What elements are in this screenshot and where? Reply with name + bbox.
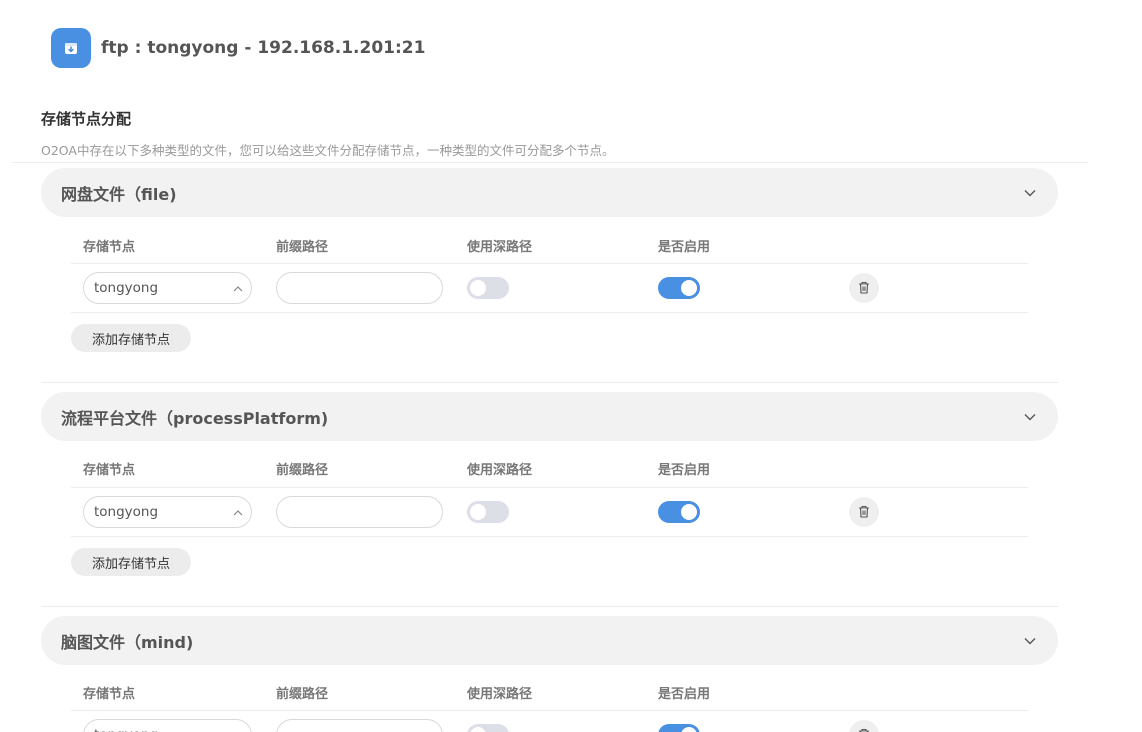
storage-node-select[interactable]: tongyong [83, 719, 252, 732]
section-description: O2OA中存在以下多种类型的文件，您可以给这些文件分配存储节点，一种类型的文件可… [41, 143, 615, 158]
prefix-path-input[interactable] [276, 496, 443, 528]
enabled-toggle[interactable] [658, 277, 700, 299]
divider [71, 263, 1028, 264]
toggle-knob [681, 504, 697, 520]
section-title: 存储节点分配 [41, 110, 132, 128]
divider [41, 382, 1058, 383]
column-header-node: 存储节点 [83, 240, 136, 255]
column-header-node: 存储节点 [83, 463, 136, 478]
panel-header-process-platform[interactable]: 流程平台文件（processPlatform) [41, 392, 1058, 441]
column-header-prefix: 前缀路径 [276, 687, 329, 702]
chevron-down-icon[interactable] [1022, 185, 1038, 201]
deep-path-toggle[interactable] [467, 501, 509, 523]
divider [71, 487, 1028, 488]
prefix-path-input[interactable] [276, 272, 443, 304]
chevron-up-icon [233, 727, 243, 732]
trash-icon [858, 503, 870, 522]
page-header: ftp : tongyong - 192.168.1.201:21 [51, 28, 425, 68]
panel-title: 脑图文件（mind) [61, 632, 194, 652]
panel-header-mind[interactable]: 脑图文件（mind) [41, 616, 1058, 665]
chevron-up-icon [233, 504, 243, 520]
column-header-enabled: 是否启用 [658, 240, 711, 255]
enabled-toggle[interactable] [658, 501, 700, 523]
divider [71, 536, 1028, 537]
column-header-deep-path: 使用深路径 [467, 240, 533, 255]
enabled-toggle[interactable] [658, 724, 700, 732]
divider [12, 162, 1088, 163]
column-header-deep-path: 使用深路径 [467, 687, 533, 702]
column-header-enabled: 是否启用 [658, 687, 711, 702]
column-header-deep-path: 使用深路径 [467, 463, 533, 478]
storage-node-select[interactable]: tongyong [83, 496, 252, 528]
deep-path-toggle[interactable] [467, 277, 509, 299]
trash-icon [858, 726, 870, 732]
column-header-prefix: 前缀路径 [276, 240, 329, 255]
delete-node-button[interactable] [849, 273, 879, 303]
toggle-knob [470, 504, 486, 520]
add-storage-node-button[interactable]: 添加存储节点 [71, 548, 191, 576]
toggle-knob [681, 280, 697, 296]
page-title: ftp : tongyong - 192.168.1.201:21 [101, 38, 426, 58]
panel-title: 流程平台文件（processPlatform) [61, 408, 329, 428]
divider [41, 606, 1058, 607]
chevron-down-icon[interactable] [1022, 633, 1038, 649]
column-header-node: 存储节点 [83, 687, 136, 702]
trash-icon [858, 279, 870, 298]
divider [71, 312, 1028, 313]
column-header-prefix: 前缀路径 [276, 463, 329, 478]
delete-node-button[interactable] [849, 497, 879, 527]
toggle-knob [681, 727, 697, 732]
panel-title: 网盘文件（file) [61, 184, 177, 204]
storage-node-value: tongyong [94, 280, 159, 296]
storage-box-icon [51, 28, 91, 68]
prefix-path-input[interactable] [276, 719, 443, 732]
storage-node-value: tongyong [94, 727, 158, 732]
panel-header-file[interactable]: 网盘文件（file) [41, 168, 1058, 217]
toggle-knob [470, 727, 486, 732]
toggle-knob [470, 280, 486, 296]
delete-node-button[interactable] [849, 720, 879, 732]
storage-node-select[interactable]: tongyong [83, 272, 252, 304]
deep-path-toggle[interactable] [467, 724, 509, 732]
chevron-down-icon[interactable] [1022, 409, 1038, 425]
add-storage-node-button[interactable]: 添加存储节点 [71, 324, 191, 352]
storage-node-value: tongyong [94, 504, 159, 520]
divider [71, 710, 1028, 711]
column-header-enabled: 是否启用 [658, 463, 711, 478]
chevron-up-icon [233, 280, 243, 296]
